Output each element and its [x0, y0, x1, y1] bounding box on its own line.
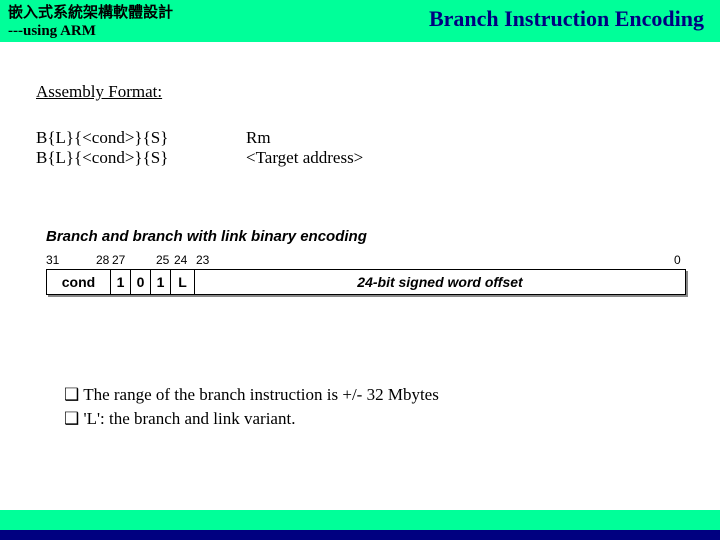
note-item: The range of the branch instruction is +… [64, 385, 684, 405]
note-item: 'L': the branch and link variant. [64, 409, 684, 429]
course-title-block: 嵌入式系統架構軟體設計 ---using ARM [8, 4, 173, 40]
slide-footer [0, 510, 720, 540]
diagram-title: Branch and branch with link binary encod… [46, 228, 684, 245]
field-bit: 1 [111, 270, 131, 294]
notes-list: The range of the branch instruction is +… [64, 385, 684, 429]
field-cond: cond [47, 270, 111, 294]
field-offset: 24-bit signed word offset [195, 270, 685, 294]
section-heading: Assembly Format: [36, 82, 684, 102]
format-operand: <Target address> [246, 148, 363, 168]
footer-bar-dark [0, 530, 720, 540]
course-subtitle: ---using ARM [8, 22, 173, 40]
course-title: 嵌入式系統架構軟體設計 [8, 4, 173, 22]
bit-label: 24 [174, 253, 187, 267]
bit-label: 23 [196, 253, 209, 267]
bit-label: 28 [96, 253, 109, 267]
field-bit: 0 [131, 270, 151, 294]
slide-header: 嵌入式系統架構軟體設計 ---using ARM Branch Instruct… [0, 0, 720, 42]
format-mnemonic: B{L}{<cond>}{S} [36, 128, 246, 148]
bit-label: 0 [674, 253, 681, 267]
format-row: B{L}{<cond>}{S} Rm [36, 128, 684, 148]
slide-content: Assembly Format: B{L}{<cond>}{S} Rm B{L}… [0, 42, 720, 429]
encoding-fields: cond 1 0 1 L 24-bit signed word offset [46, 269, 686, 295]
footer-bar-accent [0, 510, 720, 530]
bit-label: 25 [156, 253, 169, 267]
field-bit: 1 [151, 270, 171, 294]
encoding-diagram: 31 28 27 25 24 23 0 cond 1 0 1 L 24-bit … [46, 253, 686, 295]
bit-label: 27 [112, 253, 125, 267]
format-operand: Rm [246, 128, 271, 148]
assembly-format-block: B{L}{<cond>}{S} Rm B{L}{<cond>}{S} <Targ… [36, 128, 684, 168]
format-row: B{L}{<cond>}{S} <Target address> [36, 148, 684, 168]
field-link-bit: L [171, 270, 195, 294]
bit-label: 31 [46, 253, 59, 267]
bit-indices: 31 28 27 25 24 23 0 [46, 253, 686, 269]
format-mnemonic: B{L}{<cond>}{S} [36, 148, 246, 168]
slide-title: Branch Instruction Encoding [429, 6, 704, 32]
